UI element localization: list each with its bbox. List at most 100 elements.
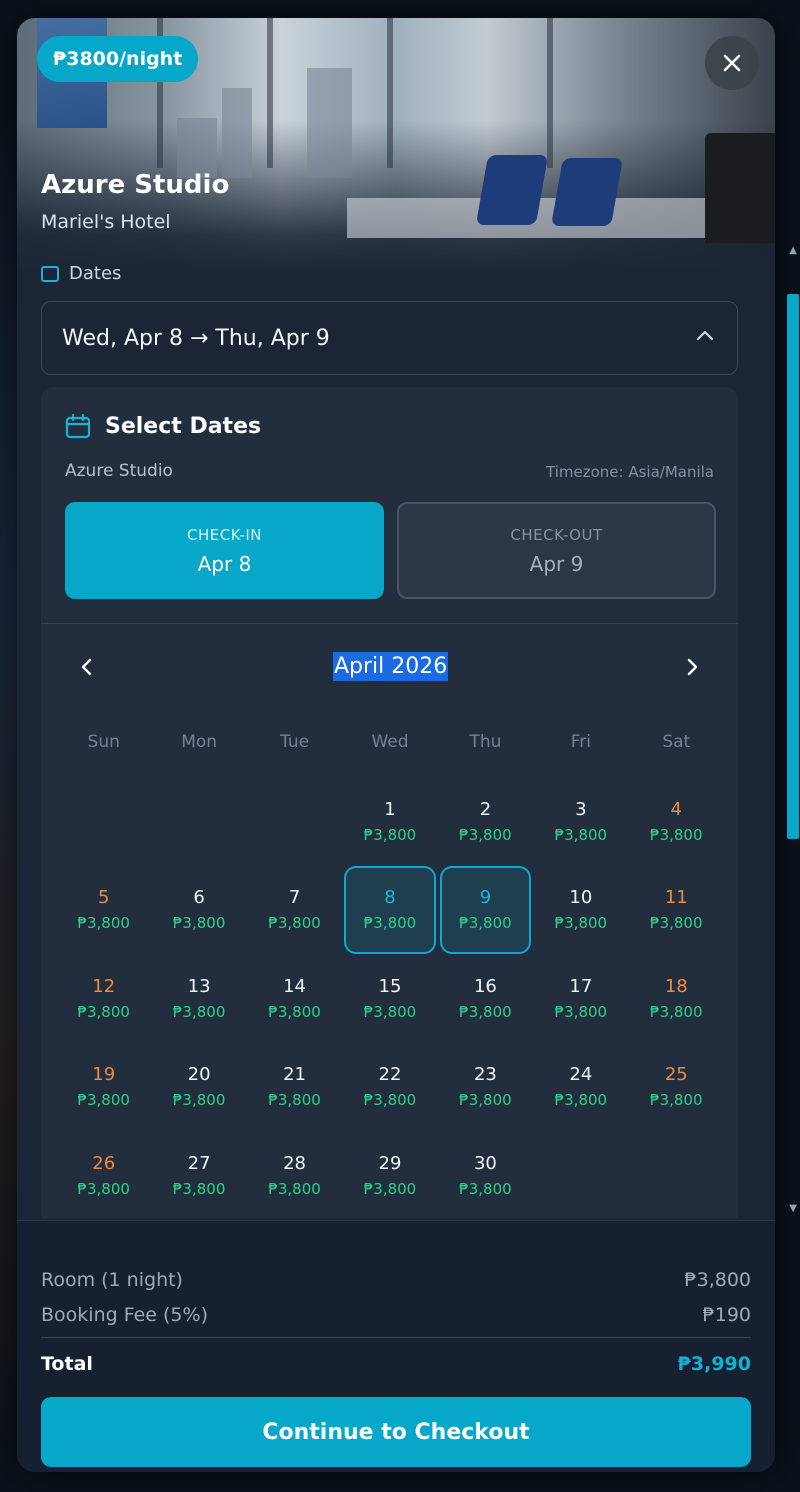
day-price: ₱3,800 (459, 1002, 512, 1021)
continue-to-checkout-button[interactable]: Continue to Checkout (41, 1397, 751, 1467)
day-cell-23[interactable]: 23 ₱3,800 (440, 1043, 531, 1132)
next-month-button[interactable] (674, 652, 710, 682)
day-price: ₱3,800 (650, 1091, 703, 1110)
day-cell-5[interactable]: 5 ₱3,800 (58, 866, 149, 955)
day-cell-24[interactable]: 24 ₱3,800 (535, 1043, 626, 1132)
day-number: 13 (187, 975, 211, 997)
modal-scroll-content[interactable]: Dates Wed, Apr 8 → Thu, Apr 9 Select Dat… (17, 253, 775, 1218)
day-number: 29 (378, 1152, 402, 1174)
booking-summary: Room (1 night) ₱3,800 Booking Fee (5%) ₱… (17, 1220, 775, 1472)
day-cell-15[interactable]: 15 ₱3,800 (344, 954, 435, 1043)
close-icon (723, 54, 741, 72)
day-cell-26[interactable]: 26 ₱3,800 (58, 1131, 149, 1218)
day-number: 9 (479, 887, 492, 909)
date-range-select[interactable]: Wed, Apr 8 → Thu, Apr 9 (41, 301, 738, 375)
dates-section-label: Dates (41, 263, 121, 284)
check-in-label: CHECK-IN (186, 525, 263, 544)
weekday-sun: Sun (87, 732, 120, 752)
day-cell-12[interactable]: 12 ₱3,800 (58, 954, 149, 1043)
day-price: ₱3,800 (268, 914, 321, 933)
day-cell-22[interactable]: 22 ₱3,800 (344, 1043, 435, 1132)
previous-month-button[interactable] (69, 652, 105, 682)
hotel-name: Mariel's Hotel (41, 211, 171, 233)
day-price: ₱3,800 (268, 1002, 321, 1021)
day-cell-6[interactable]: 6 ₱3,800 (153, 866, 244, 955)
day-number: 25 (664, 1064, 688, 1086)
day-cell-9[interactable]: 9 ₱3,800 (439, 865, 532, 954)
day-price: ₱3,800 (554, 825, 608, 844)
total-row: Total ₱3,990 (41, 1353, 751, 1375)
day-cell-16[interactable]: 16 ₱3,800 (440, 954, 531, 1043)
day-price: ₱3,800 (650, 1002, 703, 1021)
weekday-thu: Thu (469, 732, 502, 752)
day-cell-30[interactable]: 30 ₱3,800 (440, 1131, 531, 1218)
chevron-left-icon (81, 658, 92, 676)
day-price: ₱3,800 (172, 1179, 226, 1198)
day-price: ₱3,800 (459, 825, 512, 844)
day-cell-18[interactable]: 18 ₱3,800 (631, 954, 722, 1043)
check-out-label: CHECK-OUT (510, 525, 603, 544)
day-price: ₱3,800 (459, 914, 512, 933)
day-number: 24 (569, 1064, 593, 1086)
booking-fee-amount: ₱190 (702, 1304, 751, 1326)
date-picker-panel: Select Dates Azure Studio Timezone: Asia… (41, 387, 738, 1218)
scrollbar-thumb[interactable] (787, 294, 799, 839)
month-navigation: April 2026 (41, 642, 738, 690)
day-cell-13[interactable]: 13 ₱3,800 (153, 954, 244, 1043)
day-number: 14 (283, 975, 307, 997)
day-price: ₱3,800 (363, 825, 417, 844)
day-cell-14[interactable]: 14 ₱3,800 (249, 954, 340, 1043)
day-price: ₱3,800 (554, 1091, 608, 1110)
picker-heading: Select Dates (65, 413, 261, 439)
day-cell-29[interactable]: 29 ₱3,800 (344, 1131, 435, 1218)
weekday-mon: Mon (181, 732, 218, 752)
day-price: ₱3,800 (172, 914, 226, 933)
room-price-row: Room (1 night) ₱3,800 (41, 1269, 751, 1291)
check-out-value: Apr 9 (529, 551, 584, 576)
day-cell-11[interactable]: 11 ₱3,800 (631, 866, 722, 955)
day-price: ₱3,800 (268, 1091, 321, 1110)
day-cell-21[interactable]: 21 ₱3,800 (249, 1043, 340, 1132)
weekday-sat: Sat (662, 732, 691, 752)
day-number: 21 (283, 1064, 307, 1086)
day-cell-17[interactable]: 17 ₱3,800 (535, 954, 626, 1043)
day-price: ₱3,800 (554, 914, 608, 933)
room-price-label: Room (1 night) (41, 1269, 183, 1291)
day-cell-7[interactable]: 7 ₱3,800 (249, 866, 340, 955)
day-cell-2[interactable]: 2 ₱3,800 (440, 777, 531, 866)
day-cell-25[interactable]: 25 ₱3,800 (631, 1043, 722, 1132)
check-in-value: Apr 8 (197, 551, 252, 576)
day-number: 17 (569, 975, 593, 997)
day-number: 26 (92, 1152, 116, 1174)
booking-fee-row: Booking Fee (5%) ₱190 (41, 1304, 751, 1326)
scroll-down-arrow[interactable]: ▼ (789, 1203, 797, 1214)
day-cell-27[interactable]: 27 ₱3,800 (153, 1131, 244, 1218)
day-price: ₱3,800 (363, 1091, 417, 1110)
room-title: Azure Studio (41, 170, 230, 200)
check-out-tab[interactable]: CHECK-OUT Apr 9 (397, 502, 716, 599)
day-price: ₱3,800 (459, 1179, 512, 1198)
day-cell-1[interactable]: 1 ₱3,800 (344, 777, 435, 866)
day-cell-3[interactable]: 3 ₱3,800 (535, 777, 626, 866)
picker-room-name: Azure Studio (65, 461, 173, 481)
day-price: ₱3,800 (77, 1179, 130, 1198)
day-cell-28[interactable]: 28 ₱3,800 (249, 1131, 340, 1218)
scroll-up-arrow[interactable]: ▲ (789, 245, 797, 256)
weekday-wed: Wed (371, 732, 409, 752)
day-price: ₱3,800 (459, 1091, 512, 1110)
day-cell-8[interactable]: 8 ₱3,800 (344, 865, 436, 954)
day-cell-19[interactable]: 19 ₱3,800 (58, 1043, 149, 1132)
close-button[interactable] (705, 36, 759, 90)
day-number: 6 (193, 887, 205, 909)
weekday-fri: Fri (570, 732, 591, 752)
weekday-tue: Tue (280, 732, 310, 752)
day-cell-4[interactable]: 4 ₱3,800 (631, 777, 722, 866)
day-price: ₱3,800 (172, 1002, 226, 1021)
check-in-tab[interactable]: CHECK-IN Apr 8 (65, 502, 384, 599)
calendar-icon (41, 265, 59, 282)
day-cell-20[interactable]: 20 ₱3,800 (153, 1043, 244, 1132)
chevron-right-icon (687, 658, 698, 676)
booking-modal: ₱3800/night Azure Studio Mariel's Hotel … (17, 18, 775, 1472)
day-cell-10[interactable]: 10 ₱3,800 (535, 866, 626, 955)
day-price: ₱3,800 (77, 914, 130, 933)
